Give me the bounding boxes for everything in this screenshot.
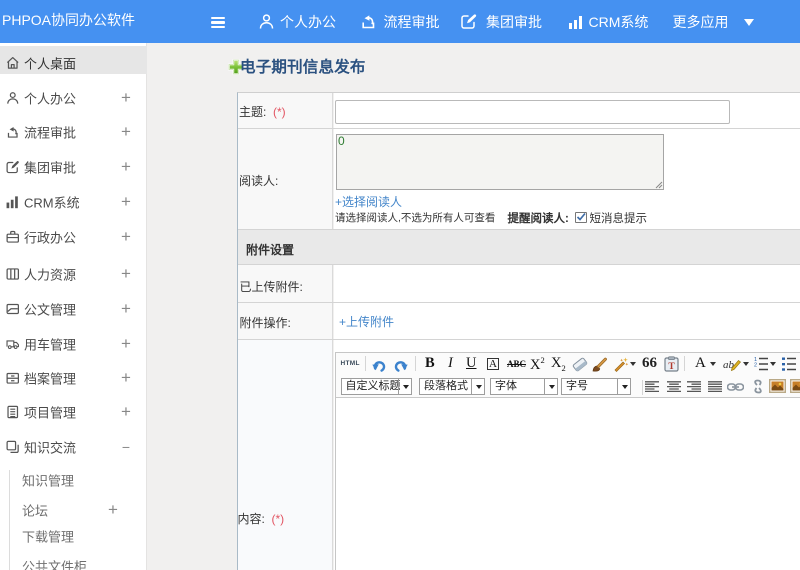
svg-text:2: 2 [754, 363, 757, 369]
svg-text:T: T [668, 362, 675, 372]
